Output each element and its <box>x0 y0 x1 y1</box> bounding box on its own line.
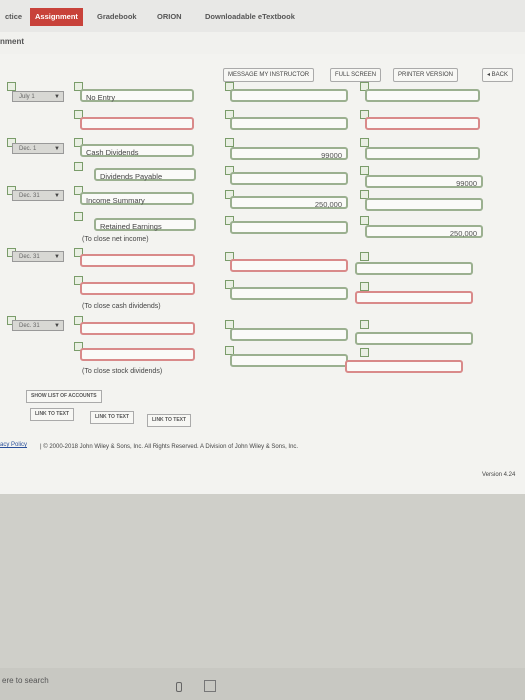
check-icon <box>360 216 369 225</box>
check-icon <box>74 162 83 171</box>
account-field[interactable] <box>80 117 194 130</box>
close-cash-dividends-note: (To close cash dividends) <box>82 303 161 310</box>
copyright-text: | © 2000-2018 John Wiley & Sons, Inc. Al… <box>40 444 299 450</box>
check-icon <box>360 252 369 261</box>
account-field[interactable]: Retained Earnings <box>94 218 196 231</box>
tab-etextbook[interactable]: Downloadable eTextbook <box>200 8 300 26</box>
credit-field[interactable] <box>355 332 473 345</box>
full-screen-button[interactable]: FULL SCREEN <box>330 68 382 82</box>
task-view-icon[interactable] <box>204 680 216 692</box>
page-title: nment <box>0 37 24 46</box>
chevron-down-icon: ▼ <box>54 146 60 152</box>
account-field[interactable] <box>80 254 195 267</box>
privacy-policy-link[interactable]: acy Policy <box>0 442 27 448</box>
credit-field[interactable] <box>365 117 480 130</box>
tab-practice[interactable]: ctice <box>0 8 27 26</box>
account-field[interactable]: Dividends Payable <box>94 168 196 181</box>
message-instructor-button[interactable]: MESSAGE MY INSTRUCTOR <box>223 68 315 82</box>
credit-field[interactable] <box>355 262 473 275</box>
credit-field[interactable] <box>365 198 483 211</box>
check-icon <box>74 212 83 221</box>
date-label: Dec. 1 <box>19 146 37 152</box>
printer-version-button[interactable]: PRINTER VERSION <box>393 68 459 82</box>
taskbar-search[interactable]: ere to search <box>2 676 49 685</box>
debit-field[interactable] <box>230 259 348 272</box>
check-icon <box>360 166 369 175</box>
tab-orion[interactable]: ORION <box>152 8 187 26</box>
version-text: Version 4.24 <box>482 472 516 478</box>
credit-field[interactable]: 250,000 <box>365 225 483 238</box>
check-icon <box>225 138 234 147</box>
date-select[interactable]: Dec. 1 ▼ <box>12 143 64 154</box>
debit-field[interactable]: 99000 <box>230 147 348 160</box>
link-to-text-button[interactable]: LINK TO TEXT <box>147 414 192 427</box>
date-select[interactable]: Dec. 31 ▼ <box>12 320 64 331</box>
date-select[interactable]: Dec. 31 ▼ <box>12 190 64 201</box>
tab-gradebook[interactable]: Gradebook <box>92 8 142 26</box>
credit-field[interactable]: 99000 <box>365 175 483 188</box>
debit-field[interactable] <box>230 117 348 130</box>
debit-field[interactable] <box>230 328 348 341</box>
header-strip <box>0 32 525 55</box>
back-button[interactable]: ◂ BACK <box>482 68 514 82</box>
account-field[interactable] <box>80 348 195 361</box>
date-label: July 1 <box>19 94 35 100</box>
microphone-icon[interactable] <box>176 682 182 692</box>
debit-field[interactable] <box>230 221 348 234</box>
check-icon <box>7 82 16 91</box>
debit-field[interactable] <box>230 89 348 102</box>
debit-field[interactable] <box>230 354 348 367</box>
show-accounts-button[interactable]: SHOW LIST OF ACCOUNTS <box>26 390 102 403</box>
chevron-down-icon: ▼ <box>54 193 60 199</box>
date-select[interactable]: Dec. 31 ▼ <box>12 251 64 262</box>
link-to-text-button[interactable]: LINK TO TEXT <box>90 411 135 424</box>
account-field[interactable]: Cash Dividends <box>80 144 194 157</box>
chevron-down-icon: ▼ <box>54 323 60 329</box>
date-select[interactable]: July 1 ▼ <box>12 91 64 102</box>
account-field[interactable]: Income Summary <box>80 192 194 205</box>
chevron-down-icon: ▼ <box>54 254 60 260</box>
debit-field[interactable] <box>230 172 348 185</box>
credit-field[interactable] <box>355 291 473 304</box>
date-label: Dec. 31 <box>19 323 40 329</box>
debit-field[interactable] <box>230 287 348 300</box>
error-icon <box>360 282 369 291</box>
date-label: Dec. 31 <box>19 193 40 199</box>
check-icon <box>360 320 369 329</box>
close-net-income-note: (To close net income) <box>82 236 149 243</box>
tab-assignment[interactable]: Assignment <box>30 8 83 26</box>
link-to-text-button[interactable]: LINK TO TEXT <box>30 408 75 421</box>
credit-field[interactable] <box>365 147 480 160</box>
close-stock-dividends-note: (To close stock dividends) <box>82 368 163 375</box>
credit-field[interactable] <box>345 360 463 373</box>
account-field[interactable] <box>80 282 195 295</box>
check-icon <box>360 138 369 147</box>
account-field[interactable]: No Entry <box>80 89 194 102</box>
credit-field[interactable] <box>365 89 480 102</box>
error-icon <box>360 348 369 357</box>
chevron-down-icon: ▼ <box>54 94 60 100</box>
date-label: Dec. 31 <box>19 254 40 260</box>
debit-field[interactable]: 250,000 <box>230 196 348 209</box>
top-nav: ctice Assignment Gradebook ORION Downloa… <box>0 0 525 32</box>
taskbar: ere to search <box>0 668 525 700</box>
account-field[interactable] <box>80 322 195 335</box>
